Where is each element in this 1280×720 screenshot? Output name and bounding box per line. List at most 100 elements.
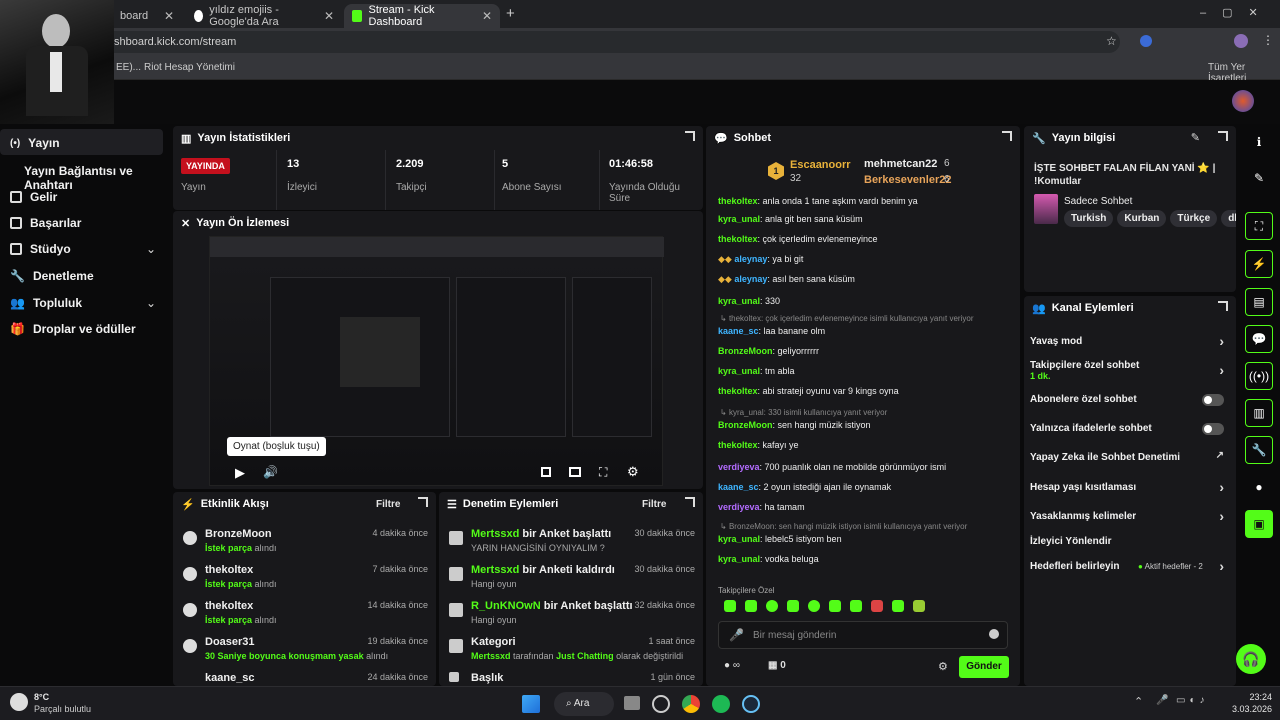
chat-username[interactable]: thekoltex (718, 386, 758, 396)
community-icon[interactable]: ● (1245, 473, 1273, 501)
emote-icon[interactable] (766, 600, 778, 612)
expand-icon[interactable] (1218, 131, 1228, 141)
chat-username[interactable]: BronzeMoon (718, 420, 773, 430)
chat-username[interactable]: verdiyeva (718, 462, 760, 472)
close-icon[interactable]: ✕ (324, 9, 334, 23)
top-gifter-name[interactable]: Escaanoorr (790, 159, 851, 171)
extension-icon[interactable] (1140, 35, 1152, 47)
close-icon[interactable]: ✕ (164, 9, 174, 23)
send-button[interactable]: Gönder (959, 656, 1009, 678)
action-emote-only[interactable]: Yalnızca ifadelerle sohbet (1030, 423, 1228, 435)
chat-username[interactable]: kaane_sc (718, 482, 759, 492)
volume-icon[interactable]: 🔊 (263, 465, 278, 479)
bolt-icon[interactable]: ⚡ (1245, 250, 1273, 278)
edit-icon[interactable]: ✎ (1191, 131, 1200, 144)
close-icon[interactable]: ✕ (482, 9, 492, 23)
chat-username[interactable]: aleynay (734, 274, 767, 284)
expand-icon[interactable] (685, 497, 695, 507)
activity-user[interactable]: thekoltex (205, 600, 253, 612)
app-icon[interactable]: ▣ (1245, 510, 1273, 538)
sidebar-item-topluluk[interactable]: 👥 Topluluk (10, 296, 82, 310)
emote-icon[interactable] (787, 600, 799, 612)
activity-user[interactable]: Doaser31 (205, 636, 255, 648)
chat-username[interactable]: thekoltex (718, 440, 758, 450)
action-account-age[interactable]: Hesap yaşı kısıtlaması › (1030, 479, 1228, 495)
gifter-name[interactable]: mehmetcan22 (864, 158, 937, 170)
chat-username[interactable]: thekoltex (718, 234, 758, 244)
action-banned-words[interactable]: Yasaklanmış kelimeler › (1030, 508, 1228, 524)
sidebar-item-denetleme[interactable]: 🔧 Denetleme (10, 269, 94, 283)
emote-icon[interactable] (724, 600, 736, 612)
weather-desc[interactable]: Parçalı bulutlu (34, 704, 91, 714)
chevron-right-icon[interactable]: › (1219, 508, 1224, 524)
menu-icon[interactable]: ⋮ (1262, 33, 1274, 47)
fullscreen-icon[interactable]: ⛶ (599, 465, 607, 480)
clock-date[interactable]: 3.03.2026 (1226, 704, 1272, 714)
document-icon[interactable]: ▤ (1245, 288, 1273, 316)
layout-icon[interactable]: ▥ (1245, 399, 1273, 427)
action-subscribers-only[interactable]: Abonelere özel sohbet (1030, 394, 1228, 406)
chat-username[interactable]: BronzeMoon (718, 346, 773, 356)
play-icon[interactable]: ▶ (235, 465, 245, 481)
chat-username[interactable]: kyra_unal (718, 534, 760, 544)
action-followers-only[interactable]: Takipçilere özel sohbet 1 dk. › (1030, 360, 1228, 381)
support-headset-icon[interactable]: 🎧 (1236, 644, 1266, 674)
sidebar-item-gelir[interactable]: Gelir (10, 190, 57, 204)
filter-button[interactable]: Filtre (642, 499, 666, 510)
toggle-switch[interactable] (1202, 423, 1224, 435)
action-goals[interactable]: Hedefleri belirleyin ● Aktif hedefler - 2… (1030, 558, 1228, 574)
spotify-icon[interactable] (712, 695, 730, 713)
expand-icon[interactable] (1218, 301, 1228, 311)
sidebar-item-stream-key[interactable]: Yayın Bağlantısı ve Anahtarı (24, 164, 170, 192)
system-tray-icons[interactable]: ▭◐♪ (1176, 695, 1209, 706)
emote-icon[interactable] (871, 600, 883, 612)
activity-user[interactable]: BronzeMoon (205, 528, 272, 540)
chat-username[interactable]: kyra_unal (718, 366, 760, 376)
emote-icon[interactable] (808, 600, 820, 612)
wrench-icon[interactable]: 🔧 (1245, 436, 1273, 464)
url-input[interactable]: shboard.kick.com/stream (100, 31, 1120, 53)
app-icon[interactable] (652, 695, 670, 713)
crop-icon[interactable]: ⛶ (1245, 212, 1273, 240)
taskbar-search[interactable]: ⌕ Ara (554, 692, 614, 716)
chevron-right-icon[interactable]: › (1219, 479, 1224, 495)
tag-chip[interactable]: Kurban (1117, 210, 1167, 227)
action-raid[interactable]: İzleyici Yönlendir (1030, 536, 1228, 547)
expand-icon[interactable] (1002, 131, 1012, 141)
profile-avatar[interactable] (1234, 34, 1248, 48)
info-icon[interactable]: ℹ (1245, 128, 1273, 156)
chat-username[interactable]: kyra_unal (718, 554, 760, 564)
chat-input[interactable]: 🎤 Bir mesaj gönderin (718, 621, 1008, 649)
external-link-icon[interactable]: ↗ (1216, 450, 1224, 461)
tag-chip[interactable]: Turkish (1064, 210, 1114, 227)
mic-icon[interactable]: 🎤 (1156, 695, 1168, 706)
bookmark-item[interactable]: EE)... (116, 62, 141, 73)
mod-user[interactable]: Mertssxd (471, 651, 511, 661)
windows-start-icon[interactable] (522, 695, 540, 713)
toggle-switch[interactable] (1202, 394, 1224, 406)
star-icon[interactable]: ☆ (1106, 34, 1117, 48)
browser-tab[interactable]: yıldız emojiis - Google'da Ara ✕ (186, 4, 342, 28)
emote-icon[interactable] (745, 600, 757, 612)
chat-username[interactable]: kyra_unal (718, 296, 760, 306)
new-tab-button[interactable]: + (506, 5, 515, 22)
chevron-right-icon[interactable]: › (1219, 558, 1224, 574)
emote-icon[interactable] (829, 600, 841, 612)
mod-user[interactable]: R_UnKNOwN (471, 600, 541, 612)
chat-username[interactable]: kaane_sc (718, 326, 759, 336)
chat-username[interactable]: thekoltex (718, 196, 758, 206)
pip-icon[interactable] (541, 467, 551, 477)
category-thumbnail[interactable] (1034, 194, 1058, 224)
activity-user[interactable]: kaane_sc (205, 672, 255, 684)
emote-icon[interactable] (892, 600, 904, 612)
chevron-right-icon[interactable]: › (1219, 333, 1224, 349)
chevron-right-icon[interactable]: › (1219, 362, 1224, 378)
browser-tab-active[interactable]: Stream - Kick Dashboard ✕ (344, 4, 500, 28)
points-display[interactable]: ▦ 0 (768, 660, 786, 671)
theater-icon[interactable] (569, 467, 581, 477)
browser-tab[interactable]: board ✕ (112, 4, 182, 28)
tag-chip[interactable]: db (1221, 210, 1236, 227)
mod-user[interactable]: Mertssxd (471, 564, 519, 576)
window-controls[interactable]: –▢✕ (1200, 6, 1274, 19)
chrome-icon[interactable] (682, 695, 700, 713)
